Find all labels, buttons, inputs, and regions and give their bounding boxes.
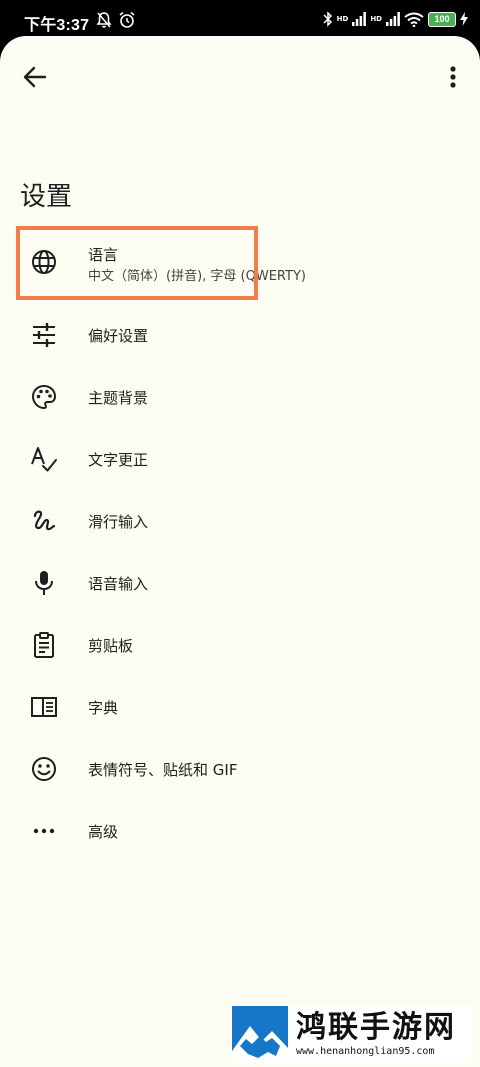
more-horiz-icon	[33, 828, 55, 834]
wifi-icon	[404, 12, 424, 27]
settings-item-preferences[interactable]: 偏好设置	[0, 307, 480, 363]
settings-item-label: 偏好设置	[88, 327, 149, 345]
status-time: 下午3:37	[24, 17, 90, 34]
status-right-icons: HD HD 100	[323, 11, 468, 27]
page-title: 设置	[20, 182, 73, 212]
settings-item-voice-input[interactable]: 语音输入	[0, 555, 480, 611]
more-vert-icon[interactable]	[440, 62, 466, 92]
settings-item-emoji[interactable]: 表情符号、贴纸和 GIF	[0, 741, 480, 797]
status-left-icons	[96, 11, 136, 29]
hd-label-1: HD	[336, 15, 349, 23]
book-icon	[31, 697, 57, 717]
settings-item-dictionary[interactable]: 字典	[0, 679, 480, 735]
watermark-url: www.henanhonglian95.com	[296, 1046, 435, 1057]
sliders-icon	[33, 323, 55, 347]
battery-indicator: 100	[428, 11, 456, 27]
settings-item-glide-typing[interactable]: 滑行输入	[0, 493, 480, 549]
settings-item-label: 剪贴板	[88, 637, 134, 655]
bluetooth-icon	[323, 11, 332, 27]
signal-icon	[352, 12, 367, 26]
settings-item-label: 字典	[88, 699, 119, 717]
settings-item-advanced[interactable]: 高级	[0, 803, 480, 859]
watermark-text: 鸿联手游网 www.henanhonglian95.com	[288, 1006, 472, 1063]
settings-item-text-correction[interactable]: 文字更正	[0, 431, 480, 487]
watermark-logo-icon	[232, 1006, 288, 1063]
alarm-icon	[119, 11, 135, 28]
settings-item-label: 文字更正	[88, 451, 149, 469]
spellcheck-icon	[31, 447, 57, 472]
settings-item-label: 主题背景	[88, 389, 149, 407]
settings-item-label: 滑行输入	[88, 513, 149, 531]
bell-off-icon	[96, 12, 112, 28]
settings-item-label: 语音输入	[88, 575, 149, 593]
emoji-icon	[32, 757, 56, 781]
clipboard-icon	[34, 632, 54, 658]
settings-item-clipboard[interactable]: 剪贴板	[0, 617, 480, 673]
highlight-box	[16, 226, 258, 300]
mic-icon	[35, 571, 53, 595]
charging-icon	[460, 12, 468, 26]
signal-icon-2	[386, 12, 400, 26]
settings-sheet: 设置 语言 中文（简体）(拼音), 字母 (QWERTY) 偏好设置 主题背景 …	[0, 36, 480, 1067]
settings-item-label: 高级	[88, 823, 119, 841]
palette-icon	[31, 384, 57, 410]
watermark-title: 鸿联手游网	[296, 1010, 456, 1045]
gesture-icon	[33, 510, 56, 531]
hd-label-2: HD	[370, 15, 382, 23]
back-arrow-icon[interactable]	[20, 62, 50, 92]
watermark: 鸿联手游网 www.henanhonglian95.com	[232, 1006, 472, 1063]
settings-item-label: 表情符号、贴纸和 GIF	[88, 761, 238, 779]
settings-item-theme[interactable]: 主题背景	[0, 369, 480, 425]
